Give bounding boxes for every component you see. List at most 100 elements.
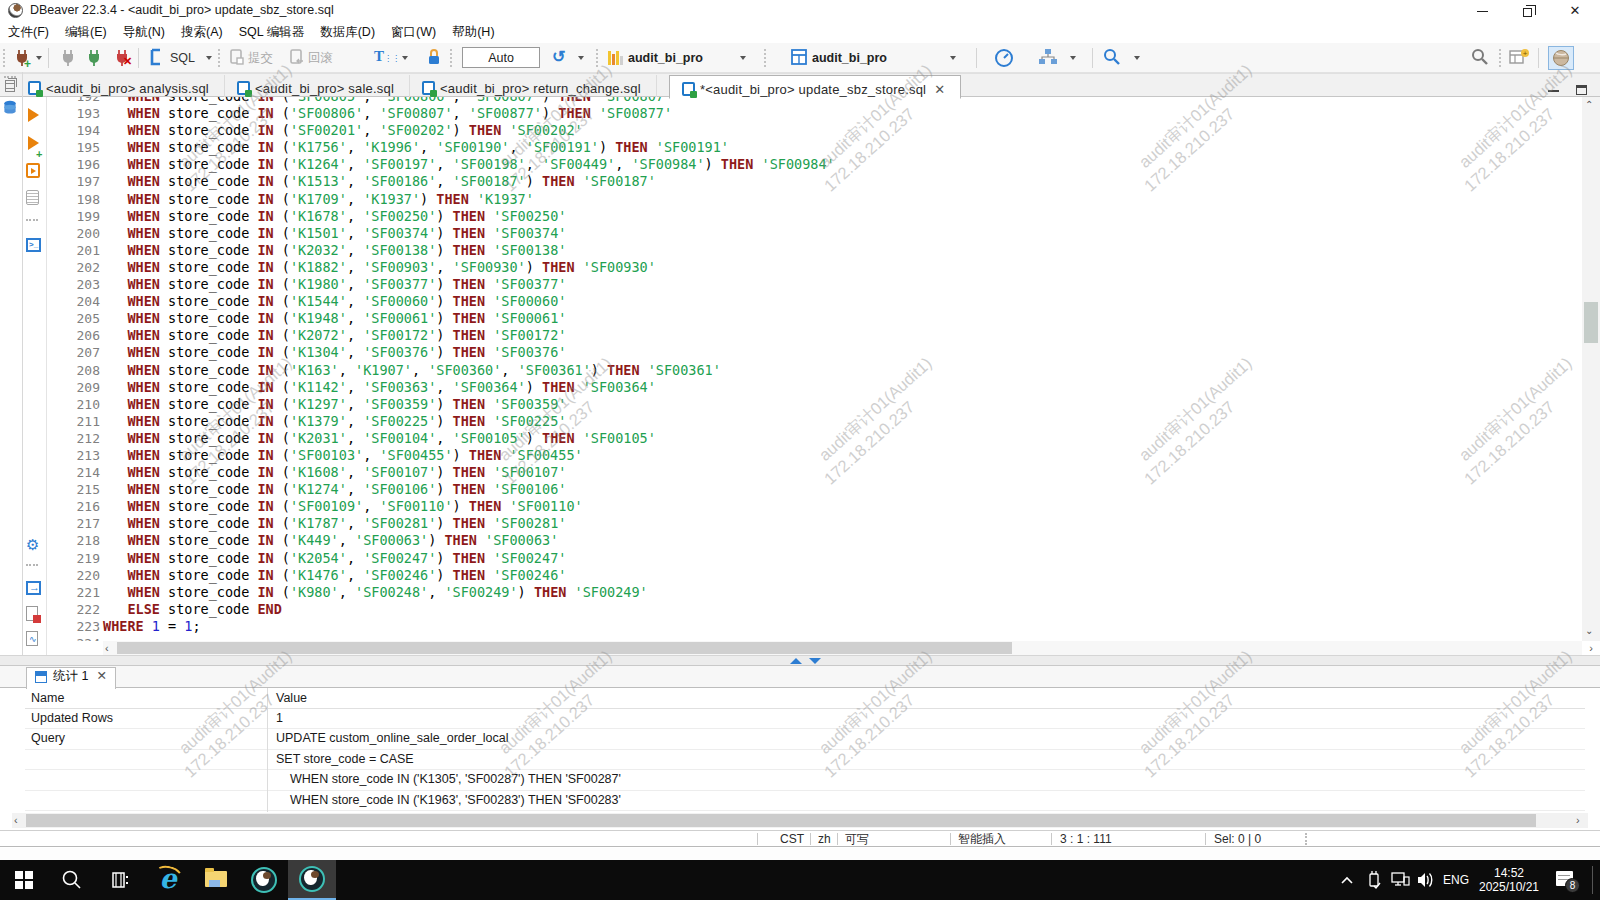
horizontal-scroll-thumb[interactable]	[117, 642, 1012, 654]
sql-dropdown[interactable]	[206, 56, 212, 60]
script-log-icon[interactable]	[26, 631, 38, 646]
code-line[interactable]: 209 WHEN store_code IN ('K1142', 'SF0036…	[46, 379, 1582, 396]
code-line[interactable]: 218 WHEN store_code IN ('K449', 'SF00063…	[46, 532, 1582, 549]
scroll-left-icon[interactable]: ‹	[14, 813, 18, 827]
table-row[interactable]: WHEN store_code IN ('K1305', 'SF00287') …	[25, 770, 1585, 790]
panel-sash[interactable]	[0, 655, 1600, 666]
rollback-icon[interactable]	[288, 47, 306, 69]
show-desktop-divider[interactable]	[1592, 866, 1593, 894]
minimize-panel-icon[interactable]	[809, 658, 821, 664]
code-line[interactable]: 214 WHEN store_code IN ('K1608', 'SF0010…	[46, 464, 1582, 481]
code-line[interactable]: 194 WHEN store_code IN ('SF00201', 'SF00…	[46, 122, 1582, 139]
scroll-up-icon[interactable]: ⌃	[1585, 99, 1593, 110]
status-item[interactable]: zh	[818, 832, 831, 847]
code-line[interactable]: 203 WHEN store_code IN ('K1980', 'SF0037…	[46, 276, 1582, 293]
transaction-mode-icon[interactable]: T⋮⋮	[374, 47, 400, 69]
code-line[interactable]: 219 WHEN store_code IN ('K2054', 'SF0024…	[46, 550, 1582, 567]
code-line[interactable]: 201 WHEN store_code IN ('K2032', 'SF0013…	[46, 242, 1582, 259]
code-line[interactable]: 205 WHEN store_code IN ('K1948', 'SF0006…	[46, 310, 1582, 327]
sql-editor[interactable]: 192 WHEN store_code IN ('SF00805', 'SF00…	[46, 97, 1582, 641]
menu-item[interactable]: SQL 编辑器	[239, 24, 305, 41]
volume-icon[interactable]	[1416, 860, 1440, 900]
execute-statement-icon[interactable]	[28, 108, 39, 122]
menu-item[interactable]: 帮助(H)	[452, 24, 494, 41]
connection-db-icon[interactable]	[608, 47, 628, 69]
close-button[interactable]: ✕	[1558, 0, 1592, 22]
history-dropdown[interactable]	[578, 56, 584, 60]
status-item[interactable]: CST	[780, 832, 804, 847]
network-icon[interactable]	[1390, 860, 1414, 900]
history-icon[interactable]: ↺	[552, 47, 572, 69]
connection-select[interactable]: audit_bi_pro	[628, 47, 703, 69]
status-item[interactable]: 3 : 1 : 111	[1060, 832, 1112, 847]
code-line[interactable]: 195 WHEN store_code IN ('K1756', 'K1996'…	[46, 139, 1582, 156]
scroll-down-icon[interactable]: ⌄	[1585, 625, 1593, 636]
database-navigator-icon[interactable]	[2, 100, 18, 116]
menu-item[interactable]: 编辑(E)	[65, 24, 107, 41]
editor-tab[interactable]: <audit_bi_pro> sale.sql	[225, 75, 410, 98]
new-connection-dropdown[interactable]	[36, 56, 42, 60]
code-line[interactable]: 200 WHEN store_code IN ('K1501', 'SF0037…	[46, 225, 1582, 242]
editor-tab[interactable]: <audit_bi_pro> return_change.sql	[410, 75, 657, 98]
editor-horizontal-scrollbar[interactable]: ‹	[103, 641, 1582, 655]
close-tab-icon[interactable]: ✕	[96, 669, 106, 683]
reconnect-icon[interactable]	[84, 47, 106, 69]
column-value[interactable]: Value	[276, 691, 307, 705]
code-line[interactable]: 197 WHEN store_code IN ('K1513', 'SF0018…	[46, 173, 1582, 190]
plan-dropdown[interactable]	[1070, 56, 1076, 60]
table-row[interactable]: SET store_code = CASE	[25, 750, 1585, 770]
code-line[interactable]: 213 WHEN store_code IN ('SF00103', 'SF00…	[46, 447, 1582, 464]
maximize-panel-icon[interactable]	[790, 658, 802, 664]
code-line[interactable]: 207 WHEN store_code IN ('K1304', 'SF0037…	[46, 344, 1582, 361]
lock-icon[interactable]	[426, 47, 444, 69]
editor-tab[interactable]: <audit_bi_pro> analysis.sql	[16, 75, 225, 98]
new-connection-icon[interactable]: +	[12, 47, 34, 69]
code-line[interactable]: 217 WHEN store_code IN ('K1787', 'SF0028…	[46, 515, 1582, 532]
code-line[interactable]: 196 WHEN store_code IN ('K1264', 'SF0019…	[46, 156, 1582, 173]
scroll-right-icon[interactable]: ›	[1582, 641, 1600, 655]
column-name[interactable]: Name	[31, 691, 64, 705]
menu-item[interactable]: 窗口(W)	[391, 24, 436, 41]
code-line[interactable]: 210 WHEN store_code IN ('K1297', 'SF0035…	[46, 396, 1582, 413]
results-scroll-thumb[interactable]	[26, 814, 1536, 827]
results-horizontal-scrollbar[interactable]: ‹ ›	[12, 813, 1588, 828]
language-indicator[interactable]: ENG	[1443, 860, 1473, 900]
table-row[interactable]: Updated Rows1	[25, 709, 1585, 729]
execution-plan-icon[interactable]	[1038, 47, 1060, 69]
code-line[interactable]: 208 WHEN store_code IN ('K163', 'K1907',…	[46, 362, 1582, 379]
schema-table-icon[interactable]	[790, 47, 810, 69]
code-line[interactable]: 211 WHEN store_code IN ('K1379', 'SF0022…	[46, 413, 1582, 430]
status-item[interactable]: Sel: 0 | 0	[1214, 832, 1261, 847]
clock[interactable]: 14:52 2025/10/21	[1473, 860, 1545, 900]
transaction-dropdown[interactable]	[402, 56, 408, 60]
usb-device-icon[interactable]	[1366, 860, 1388, 900]
table-row[interactable]: QueryUPDATE custom_online_sale_order_loc…	[25, 729, 1585, 749]
notification-icon[interactable]: 8	[1556, 860, 1590, 900]
search-dropdown[interactable]	[1134, 56, 1140, 60]
sql-editor-icon[interactable]	[148, 47, 168, 69]
restore-button[interactable]	[1510, 0, 1544, 22]
code-line[interactable]: 223WHERE 1 = 1;	[46, 618, 1582, 635]
execute-script-icon[interactable]	[26, 163, 40, 178]
editor-vertical-scrollbar[interactable]: ⌃ ⌄	[1582, 97, 1600, 641]
code-line[interactable]: 198 WHEN store_code IN ('K1709', 'K1937'…	[46, 191, 1582, 208]
autocommit-select[interactable]: Auto	[462, 47, 540, 68]
code-line[interactable]: 212 WHEN store_code IN ('K2031', 'SF0010…	[46, 430, 1582, 447]
code-line[interactable]: 222 ELSE store_code END	[46, 601, 1582, 618]
restore-pane-icon[interactable]	[5, 83, 15, 92]
statistics-tab[interactable]: 统计 1✕	[26, 667, 116, 689]
quick-search-icon[interactable]	[1470, 47, 1492, 69]
menu-item[interactable]: 数据库(D)	[320, 24, 375, 41]
editor-tab[interactable]: *<audit_bi_pro> update_sbz_store.sql✕	[669, 75, 961, 99]
schema-select[interactable]: audit_bi_pro	[812, 47, 887, 69]
execute-new-tab-icon[interactable]	[28, 136, 39, 150]
menu-item[interactable]: 导航(N)	[123, 24, 165, 41]
schema-dropdown[interactable]	[950, 56, 956, 60]
code-line[interactable]: 216 WHEN store_code IN ('SF00109', 'SF00…	[46, 498, 1582, 515]
code-line[interactable]: 193 WHEN store_code IN ('SF00806', 'SF00…	[46, 105, 1582, 122]
tray-expand-icon[interactable]	[1340, 860, 1362, 900]
export-data-icon[interactable]	[26, 581, 41, 595]
close-tab-icon[interactable]: ✕	[934, 82, 945, 97]
scroll-right-icon[interactable]: ›	[1576, 813, 1580, 827]
status-item[interactable]: 可写	[845, 832, 869, 847]
